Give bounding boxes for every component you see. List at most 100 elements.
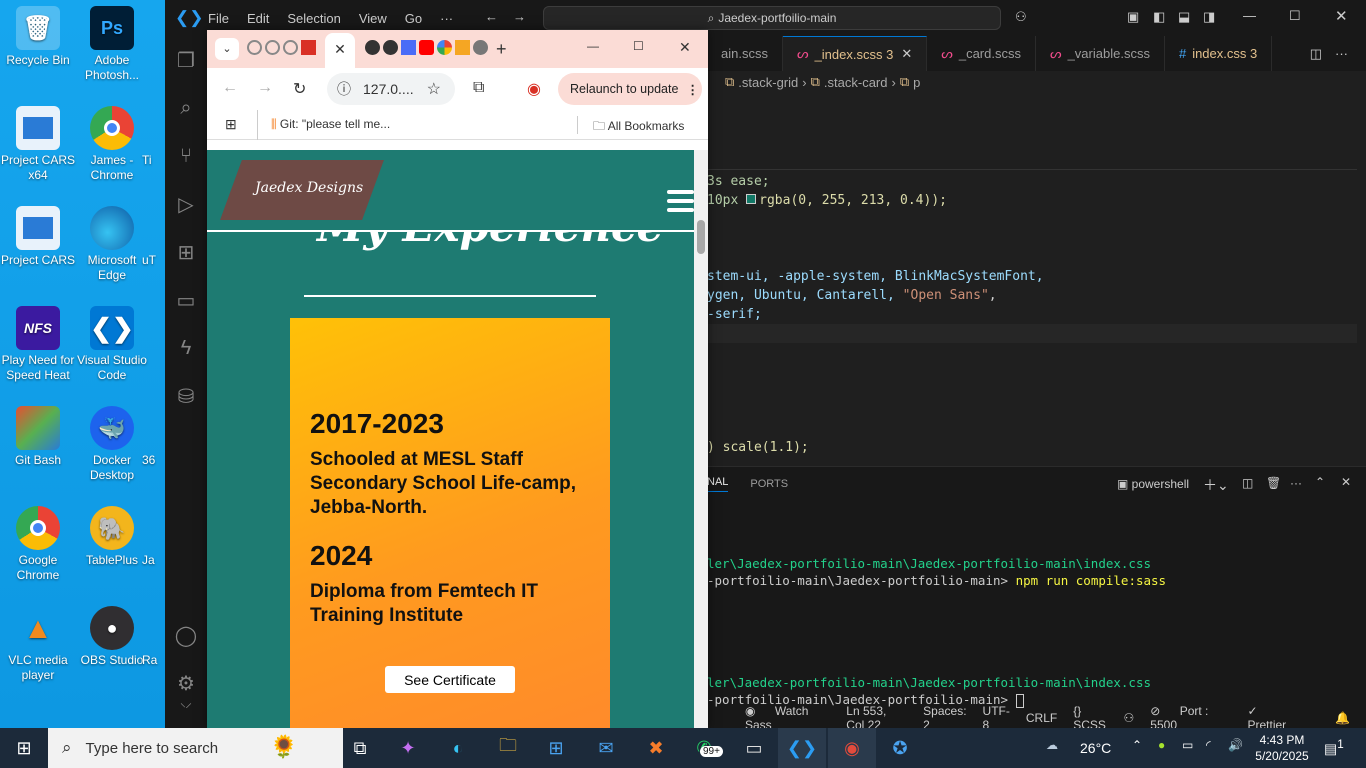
status-eol[interactable]: CRLF bbox=[1026, 711, 1057, 725]
show-hidden-icons-icon[interactable]: ⌃ bbox=[1132, 738, 1142, 752]
trash-icon[interactable]: 🗑 bbox=[1266, 476, 1281, 490]
run-debug-icon[interactable]: ▷ bbox=[165, 180, 207, 228]
close-panel-icon[interactable]: ✕ bbox=[1341, 475, 1351, 489]
tray-app-icon[interactable]: ● bbox=[1158, 738, 1165, 752]
database-icon[interactable]: ⛁ bbox=[165, 372, 207, 420]
breadcrumb-item[interactable]: .stack-grid bbox=[738, 75, 798, 90]
terminal-selector[interactable]: ▣ powershell bbox=[1117, 477, 1189, 491]
toggle-secondary-sidebar-icon[interactable]: ◨ bbox=[1203, 9, 1215, 25]
tab-terminal[interactable]: NAL bbox=[707, 476, 729, 492]
minimize-icon[interactable]: — bbox=[587, 39, 599, 53]
menu-edit[interactable]: Edit bbox=[247, 11, 269, 26]
notifications-bell-icon[interactable]: 🔔 bbox=[1335, 711, 1350, 725]
see-certificate-button[interactable]: See Certificate bbox=[385, 666, 515, 693]
all-bookmarks[interactable]: 🗀 All Bookmarks bbox=[593, 117, 684, 138]
reload-icon[interactable]: ↻ bbox=[293, 79, 306, 99]
task-view-icon[interactable]: ⧉ bbox=[336, 728, 384, 768]
menu-kebab-icon[interactable]: ⋮ bbox=[686, 82, 699, 97]
active-tab-close-icon[interactable]: ✕ bbox=[325, 33, 355, 68]
tableplus-icon[interactable]: 🐘 TablePlus bbox=[74, 500, 150, 568]
mail-icon[interactable]: ✉ bbox=[582, 728, 630, 768]
more-actions-icon[interactable]: ··· bbox=[1335, 46, 1348, 61]
tab-main-scss[interactable]: ain.scss bbox=[707, 36, 783, 71]
page-scrollbar[interactable] bbox=[694, 150, 708, 728]
new-tab-icon[interactable]: + bbox=[496, 39, 507, 60]
file-explorer-icon[interactable]: 🗀 bbox=[484, 728, 532, 768]
split-editor-icon[interactable]: ◫ bbox=[1310, 46, 1322, 62]
obs-icon[interactable]: ● OBS Studio bbox=[74, 600, 150, 668]
maximize-icon[interactable]: ☐ bbox=[1289, 8, 1301, 24]
tab-favicon-icon[interactable] bbox=[365, 40, 380, 55]
project-cars-icon[interactable]: Project CARS bbox=[0, 200, 76, 268]
docker-icon[interactable]: 🐳 Docker Desktop bbox=[74, 400, 150, 483]
forward-arrow-icon[interactable]: → bbox=[257, 79, 273, 97]
tab-favicon-icon[interactable] bbox=[283, 40, 298, 55]
start-windows-icon[interactable]: ⊞ bbox=[0, 728, 48, 768]
forward-arrow-icon[interactable]: → bbox=[513, 9, 526, 24]
address-bar[interactable]: ⓘ 127.0.... ☆ bbox=[327, 73, 455, 105]
account-icon[interactable]: ◯ bbox=[165, 611, 207, 659]
volume-icon[interactable]: 🔊 bbox=[1228, 738, 1243, 752]
copilot-icon[interactable]: ✦ bbox=[384, 728, 432, 768]
wifi-icon[interactable]: ◜ bbox=[1206, 738, 1211, 752]
scrollbar-thumb[interactable] bbox=[697, 220, 705, 254]
google-icon[interactable] bbox=[437, 40, 452, 55]
copilot-icon[interactable]: ⚇ bbox=[1015, 9, 1027, 25]
close-icon[interactable]: ✕ bbox=[679, 39, 691, 56]
taskbar-search-box[interactable]: ⌕ Type here to search 🌻 bbox=[48, 728, 343, 768]
extensions-icon[interactable]: ⧉ bbox=[473, 79, 484, 97]
xampp-icon[interactable]: ✖ bbox=[632, 728, 680, 768]
menu-go[interactable]: Go bbox=[405, 11, 422, 26]
tab-favicon-icon[interactable] bbox=[265, 40, 280, 55]
explorer-icon[interactable]: ❐ bbox=[165, 36, 207, 84]
new-terminal-icon[interactable]: ＋⌄ bbox=[1203, 475, 1229, 495]
hamburger-menu-icon[interactable] bbox=[667, 190, 694, 214]
edge-icon[interactable]: ◐ bbox=[434, 728, 482, 768]
toggle-sidebar-icon[interactable]: ◧ bbox=[1153, 9, 1165, 25]
app-icon[interactable]: ✪ bbox=[876, 728, 924, 768]
vlc-icon[interactable]: ▲ VLC media player bbox=[0, 600, 76, 683]
photoshop-icon[interactable]: Ps Adobe Photosh... bbox=[74, 0, 150, 83]
remote-explorer-icon[interactable]: ▭ bbox=[165, 276, 207, 324]
tab-ports[interactable]: PORTS bbox=[750, 478, 788, 490]
close-icon[interactable]: ✕ bbox=[1335, 7, 1348, 25]
tab-favicon-icon[interactable] bbox=[301, 40, 316, 55]
menu-more[interactable]: ··· bbox=[440, 11, 453, 26]
edge-icon[interactable]: Microsoft Edge bbox=[74, 200, 150, 283]
toggle-panel-icon[interactable]: ⬓ bbox=[1178, 9, 1190, 25]
tab-variable-scss[interactable]: ᔕ _variable.scss bbox=[1036, 36, 1165, 71]
apps-grid-icon[interactable]: ⊞ bbox=[225, 116, 237, 133]
chrome-taskbar-icon[interactable]: ◉ bbox=[828, 728, 876, 768]
search-icon[interactable]: ⌕ bbox=[165, 84, 207, 132]
breadcrumb-item[interactable]: .stack-card bbox=[824, 75, 888, 90]
breadcrumb-item[interactable]: p bbox=[913, 75, 920, 90]
clock[interactable]: 4:43 PM 5/20/2025 bbox=[1254, 732, 1310, 764]
tab-favicon-icon[interactable] bbox=[401, 40, 416, 55]
microsoft-store-icon[interactable]: ⊞ bbox=[532, 728, 580, 768]
extensions-icon[interactable]: ⊞ bbox=[165, 228, 207, 276]
git-bash-icon[interactable]: Git Bash bbox=[0, 400, 76, 468]
tab-search-icon[interactable]: ⌄ bbox=[215, 38, 239, 60]
menu-view[interactable]: View bbox=[359, 11, 387, 26]
back-arrow-icon[interactable]: ← bbox=[485, 9, 498, 24]
nfs-icon[interactable]: NFS Play Need for Speed Heat bbox=[0, 300, 76, 383]
youtube-icon[interactable] bbox=[419, 40, 434, 55]
chrome-icon[interactable]: Google Chrome bbox=[0, 500, 76, 583]
battery-icon[interactable]: ▭ bbox=[1182, 738, 1193, 752]
weather-cloud-icon[interactable]: ☁ bbox=[1046, 738, 1058, 752]
back-arrow-icon[interactable]: ← bbox=[222, 79, 238, 97]
site-info-icon[interactable]: ⓘ bbox=[337, 79, 351, 99]
split-terminal-icon[interactable]: ◫ bbox=[1242, 476, 1253, 490]
chrome-profile-icon[interactable]: James - Chrome bbox=[74, 100, 150, 183]
recycle-bin-icon[interactable]: 🗑 Recycle Bin bbox=[0, 0, 76, 68]
menu-selection[interactable]: Selection bbox=[287, 11, 340, 26]
tab-favicon-icon[interactable] bbox=[473, 40, 488, 55]
whatsapp-icon[interactable]: ✆99+ bbox=[680, 728, 728, 768]
profile-icon[interactable]: ◉ bbox=[527, 79, 541, 99]
bookmark-git[interactable]: ⫼ Git: "please tell me... bbox=[271, 117, 390, 132]
weather-temp[interactable]: 26°C bbox=[1080, 740, 1111, 756]
customize-layout-icon[interactable]: ▣ bbox=[1127, 9, 1139, 25]
tab-close-icon[interactable]: ✕ bbox=[901, 46, 912, 62]
vscode-taskbar-icon[interactable]: ❮❯ bbox=[778, 728, 826, 768]
notification-center-icon[interactable]: ▤1 bbox=[1324, 738, 1344, 758]
